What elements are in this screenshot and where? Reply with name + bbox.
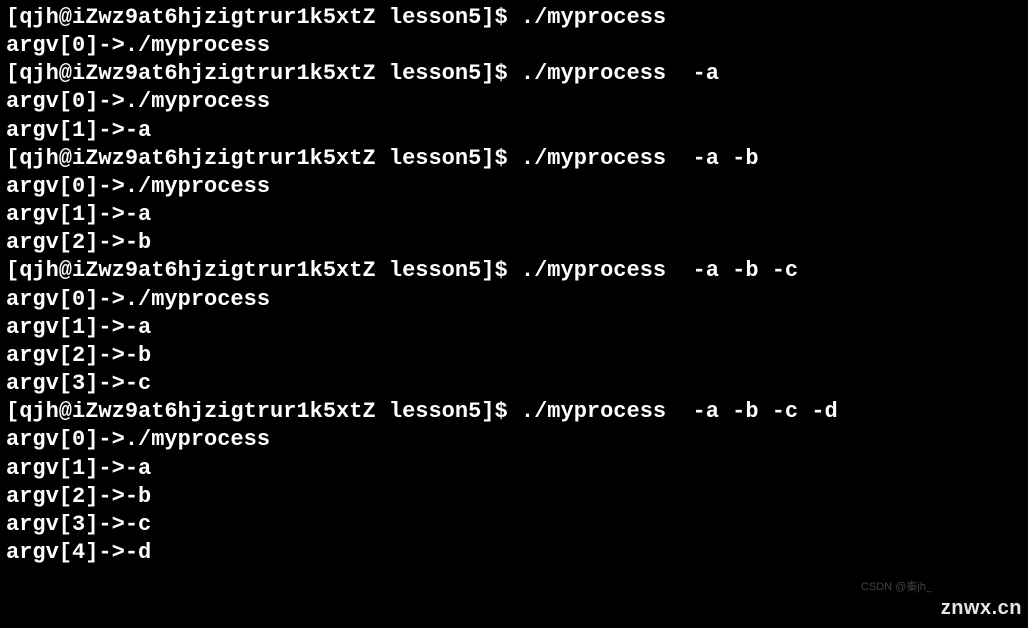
terminal-line: argv[1]->-a	[6, 201, 1022, 229]
terminal-line: argv[2]->-b	[6, 483, 1022, 511]
terminal-line: argv[0]->./myprocess	[6, 88, 1022, 116]
terminal-line: argv[2]->-b	[6, 229, 1022, 257]
terminal-line: argv[0]->./myprocess	[6, 32, 1022, 60]
terminal-line: argv[1]->-a	[6, 314, 1022, 342]
terminal-line: argv[0]->./myprocess	[6, 426, 1022, 454]
terminal-line: [qjh@iZwz9at6hjzigtrur1k5xtZ lesson5]$ .…	[6, 4, 1022, 32]
watermark-znwx: znwx.cn	[941, 596, 1022, 622]
terminal-line: argv[1]->-a	[6, 117, 1022, 145]
terminal-line: [qjh@iZwz9at6hjzigtrur1k5xtZ lesson5]$ .…	[6, 257, 1022, 285]
terminal-line: [qjh@iZwz9at6hjzigtrur1k5xtZ lesson5]$ .…	[6, 60, 1022, 88]
terminal-line: argv[2]->-b	[6, 342, 1022, 370]
terminal-line: argv[0]->./myprocess	[6, 173, 1022, 201]
terminal-window[interactable]: [qjh@iZwz9at6hjzigtrur1k5xtZ lesson5]$ .…	[6, 4, 1022, 567]
terminal-line: [qjh@iZwz9at6hjzigtrur1k5xtZ lesson5]$ .…	[6, 145, 1022, 173]
terminal-line: argv[0]->./myprocess	[6, 286, 1022, 314]
terminal-line: [qjh@iZwz9at6hjzigtrur1k5xtZ lesson5]$ .…	[6, 398, 1022, 426]
watermark-csdn: CSDN @秦jh_	[861, 580, 932, 594]
terminal-line: argv[4]->-d	[6, 539, 1022, 567]
terminal-line: argv[3]->-c	[6, 511, 1022, 539]
terminal-line: argv[1]->-a	[6, 455, 1022, 483]
terminal-line: argv[3]->-c	[6, 370, 1022, 398]
